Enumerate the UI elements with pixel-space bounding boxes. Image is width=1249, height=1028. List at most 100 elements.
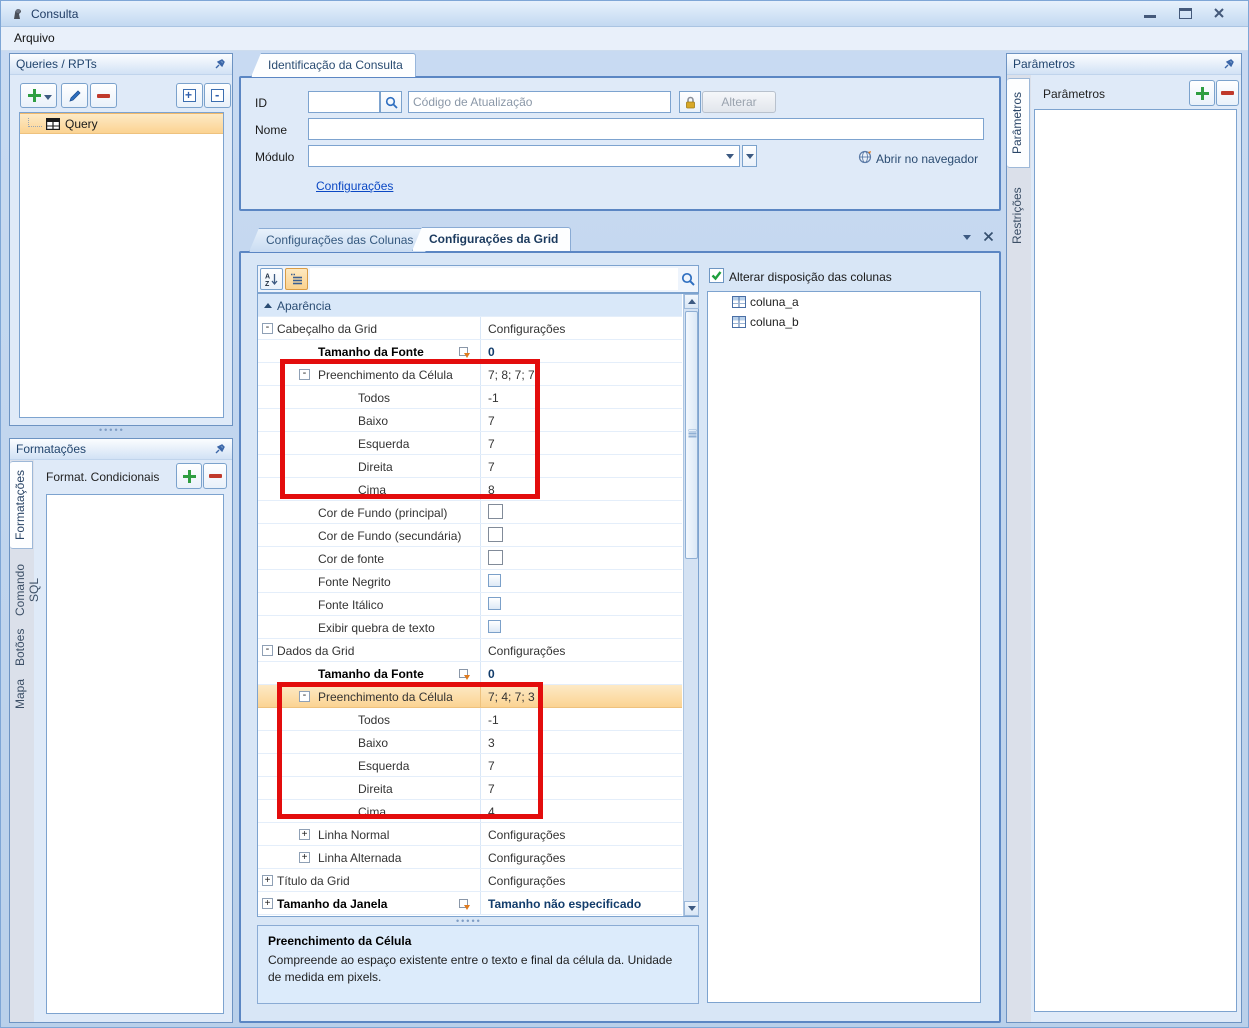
property-row[interactable]: Cima8 — [258, 478, 682, 501]
property-row[interactable]: Esquerda7 — [258, 432, 682, 455]
property-row[interactable]: Cor de fonte — [258, 547, 682, 570]
property-row[interactable]: Dados da GridConfigurações — [258, 639, 682, 662]
pin-icon[interactable] — [1223, 58, 1235, 70]
property-row[interactable]: Tamanho da JanelaTamanho não especificad… — [258, 892, 682, 915]
tab-botoes[interactable]: Botões — [10, 630, 33, 672]
apply-value-icon[interactable] — [459, 669, 468, 678]
list-item[interactable]: coluna_a — [708, 292, 980, 312]
property-row[interactable]: Linha AlternadaConfigurações — [258, 846, 682, 869]
tab-comando-sql[interactable]: Comando SQL — [10, 552, 33, 628]
lock-button[interactable] — [679, 91, 701, 113]
alterar-button[interactable]: Alterar — [702, 91, 776, 113]
expand-box-icon[interactable] — [299, 852, 310, 863]
remove-parametro-button[interactable] — [1216, 80, 1239, 106]
tab-mapa[interactable]: Mapa — [10, 673, 33, 715]
property-row[interactable]: Exibir quebra de texto — [258, 616, 682, 639]
collapse-box-icon[interactable] — [262, 323, 273, 334]
modulo-combobox[interactable] — [308, 145, 740, 167]
configuracoes-link[interactable]: Configurações — [316, 179, 393, 193]
property-grid-scrollbar[interactable] — [683, 294, 698, 916]
checkbox[interactable] — [488, 574, 501, 587]
property-row[interactable]: Fonte Negrito — [258, 570, 682, 593]
abrir-navegador-link[interactable]: Abrir no navegador — [876, 152, 978, 166]
expand-all-button[interactable] — [176, 83, 203, 108]
pin-icon[interactable] — [214, 58, 226, 70]
expand-box-icon[interactable] — [299, 829, 310, 840]
parametros-list[interactable] — [1034, 109, 1237, 1012]
tab-configuracoes-colunas[interactable]: Configurações das Colunas — [249, 228, 426, 252]
property-row[interactable]: Direita7 — [258, 455, 682, 478]
sort-alphabetical-button[interactable]: AZ — [260, 268, 283, 290]
property-row[interactable]: Cima4 — [258, 800, 682, 823]
property-row-selected[interactable]: Preenchimento da Célula7; 4; 7; 3 — [258, 685, 682, 708]
tab-restricoes[interactable]: Restrições — [1007, 171, 1030, 261]
property-row[interactable]: Cor de Fundo (principal) — [258, 501, 682, 524]
add-formatting-button[interactable] — [176, 463, 202, 489]
property-row[interactable]: Baixo3 — [258, 731, 682, 754]
color-swatch[interactable] — [488, 527, 503, 542]
property-row[interactable]: Título da GridConfigurações — [258, 869, 682, 892]
property-row[interactable]: Cor de Fundo (secundária) — [258, 524, 682, 547]
property-search-input[interactable] — [310, 268, 678, 290]
formatting-list[interactable] — [46, 494, 224, 1014]
horizontal-splitter[interactable]: ••••• — [99, 428, 125, 432]
menu-item-arquivo[interactable]: Arquivo — [14, 31, 55, 45]
category-row[interactable]: Aparência — [258, 294, 682, 317]
checkbox[interactable] — [488, 597, 501, 610]
collapse-all-button[interactable] — [204, 83, 231, 108]
edit-query-button[interactable] — [61, 83, 88, 108]
property-row[interactable]: Preenchimento da Célula7; 8; 7; 7 — [258, 363, 682, 386]
add-query-button[interactable] — [20, 83, 57, 108]
pin-icon[interactable] — [214, 443, 226, 455]
search-id-button[interactable] — [380, 91, 402, 113]
tab-identificacao[interactable]: Identificação da Consulta — [251, 53, 416, 77]
expand-box-icon[interactable] — [262, 898, 273, 909]
plus-icon — [1196, 87, 1209, 100]
property-row[interactable]: Tamanho da Fonte0 — [258, 662, 682, 685]
maximize-icon[interactable] — [1179, 8, 1192, 19]
tab-formatacoes[interactable]: Formatações — [10, 461, 33, 549]
remove-formatting-button[interactable] — [203, 463, 227, 489]
panel-close-icon[interactable] — [983, 231, 994, 242]
minus-icon — [209, 474, 222, 478]
title-bar[interactable]: Consulta — [1, 1, 1249, 27]
modulo-options-button[interactable] — [742, 145, 757, 167]
expand-box-icon[interactable] — [262, 875, 273, 886]
property-row[interactable]: Todos-1 — [258, 708, 682, 731]
scroll-down-button[interactable] — [684, 901, 699, 916]
close-icon[interactable] — [1213, 7, 1225, 19]
scrollbar-thumb[interactable] — [685, 311, 698, 559]
apply-value-icon[interactable] — [459, 899, 468, 908]
tree-item-query[interactable]: Query — [20, 113, 223, 134]
checkbox[interactable] — [488, 620, 501, 633]
property-row[interactable]: Linha NormalConfigurações — [258, 823, 682, 846]
property-row[interactable]: Direita7 — [258, 777, 682, 800]
scroll-up-button[interactable] — [684, 294, 699, 309]
id-input[interactable] — [308, 91, 380, 113]
collapse-box-icon[interactable] — [299, 691, 310, 702]
property-row[interactable]: Cabeçalho da GridConfigurações — [258, 317, 682, 340]
tab-parametros[interactable]: Parâmetros — [1007, 78, 1030, 168]
collapse-box-icon[interactable] — [262, 645, 273, 656]
color-swatch[interactable] — [488, 550, 503, 565]
add-parametro-button[interactable] — [1189, 80, 1215, 106]
description-splitter[interactable]: ••••• — [456, 919, 482, 923]
property-row[interactable]: Fonte Itálico — [258, 593, 682, 616]
alterar-disposicao-checkbox[interactable] — [709, 268, 724, 283]
property-row[interactable]: Tamanho da Fonte0 — [258, 340, 682, 363]
collapse-box-icon[interactable] — [299, 369, 310, 380]
columns-list[interactable]: coluna_a coluna_b — [707, 291, 981, 1003]
nome-input[interactable] — [308, 118, 984, 140]
panel-menu-chevron-icon[interactable] — [963, 235, 971, 240]
property-row[interactable]: Baixo7 — [258, 409, 682, 432]
list-item[interactable]: coluna_b — [708, 312, 980, 332]
minimize-icon[interactable] — [1144, 15, 1156, 18]
categorized-view-button[interactable] — [285, 268, 308, 290]
tab-configuracoes-grid[interactable]: Configurações da Grid — [412, 227, 571, 251]
codigo-atualizacao-input[interactable] — [408, 91, 671, 113]
remove-query-button[interactable] — [90, 83, 117, 108]
color-swatch[interactable] — [488, 504, 503, 519]
property-row[interactable]: Esquerda7 — [258, 754, 682, 777]
property-row[interactable]: Todos-1 — [258, 386, 682, 409]
apply-value-icon[interactable] — [459, 347, 468, 356]
